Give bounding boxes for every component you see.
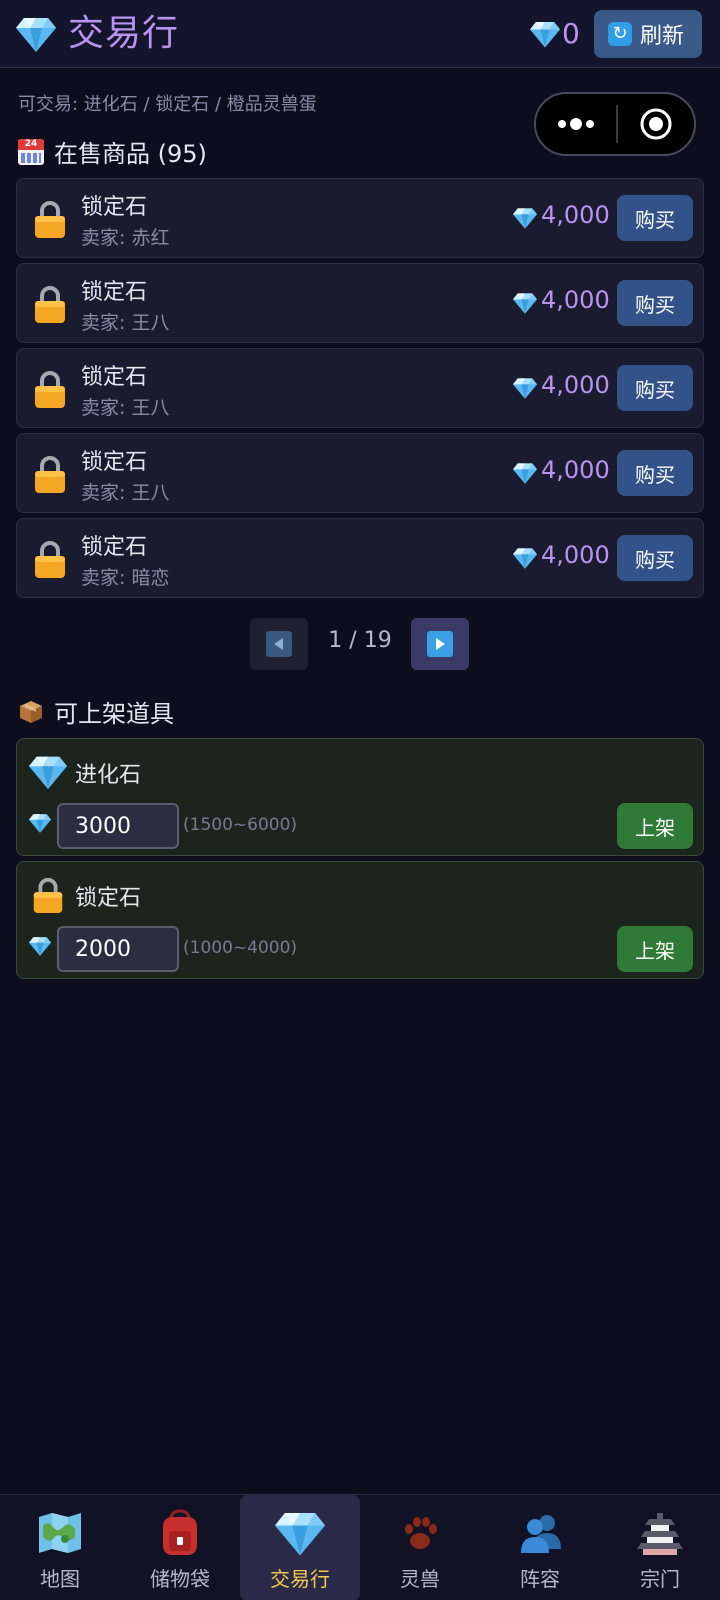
sellable-item-card: 进化石 (1500~6000) 上架: [16, 738, 704, 856]
lock-icon: [33, 369, 67, 409]
sellable-title: 可上架道具: [54, 700, 174, 728]
lock-icon: [33, 284, 67, 324]
price-range: (1000~4000): [183, 938, 298, 958]
left-arrow-icon: [266, 631, 292, 657]
listing-row: 锁定石 卖家: 暗恋 4,000 购买: [16, 518, 704, 598]
item-name: 进化石: [75, 763, 142, 788]
nav-item-lineup[interactable]: 阵容: [480, 1495, 600, 1600]
nav-label: 储物袋: [150, 1567, 210, 1591]
listings-header: 24 在售商品 (95): [18, 134, 207, 169]
diamond-icon: [513, 292, 537, 314]
lock-icon: [31, 876, 65, 914]
paw-icon: [405, 1517, 437, 1549]
buy-button[interactable]: 购买: [617, 280, 693, 326]
diamond-icon: [29, 813, 51, 833]
refresh-icon: ↻: [608, 22, 632, 46]
listing-row: 锁定石 卖家: 赤红 4,000 购买: [16, 178, 704, 258]
page-indicator: 1 / 19: [328, 628, 392, 653]
item-name: 锁定石: [81, 365, 148, 390]
nav-label: 宗门: [640, 1567, 680, 1591]
item-price: 4,000: [541, 541, 610, 569]
list-item-button[interactable]: 上架: [617, 803, 693, 849]
prev-page-button[interactable]: [250, 618, 308, 670]
refresh-label: 刷新: [640, 24, 685, 49]
target-icon: [640, 108, 672, 140]
nav-label: 地图: [40, 1567, 80, 1591]
more-menu-button[interactable]: [536, 118, 616, 130]
listings-title: 在售商品 (95): [54, 140, 207, 168]
item-name: 锁定石: [75, 886, 142, 911]
miniprogram-capsule: [534, 92, 696, 156]
lock-icon: [33, 454, 67, 494]
seller-name: 卖家: 王八: [81, 312, 170, 334]
listing-row: 锁定石 卖家: 王八 4,000 购买: [16, 263, 704, 343]
diamond-icon: [530, 20, 560, 48]
nav-item-map[interactable]: 地图: [0, 1495, 120, 1600]
buy-button[interactable]: 购买: [617, 535, 693, 581]
price-range: (1500~6000): [183, 815, 298, 835]
diamond-icon: [29, 753, 67, 791]
seller-name: 卖家: 王八: [81, 397, 170, 419]
sellable-item-card: 锁定石 (1000~4000) 上架: [16, 861, 704, 979]
map-icon: [39, 1513, 81, 1553]
price-input[interactable]: [57, 803, 179, 849]
page-title: 交易行: [68, 13, 180, 54]
price-input[interactable]: [57, 926, 179, 972]
item-price: 4,000: [541, 286, 610, 314]
diamond-balance: 0: [562, 17, 580, 50]
next-page-button[interactable]: [411, 618, 469, 670]
item-price: 4,000: [541, 456, 610, 484]
right-arrow-icon: [427, 631, 453, 657]
castle-icon: [637, 1513, 683, 1555]
buy-button[interactable]: 购买: [617, 365, 693, 411]
calendar-icon: 24: [18, 138, 44, 165]
top-bar: 交易行 0 ↻ 刷新: [0, 0, 720, 68]
close-miniprogram-button[interactable]: [618, 107, 694, 141]
diamond-icon: [513, 377, 537, 399]
item-name: 锁定石: [81, 450, 148, 475]
seller-name: 卖家: 暗恋: [81, 567, 170, 589]
nav-label: 灵兽: [400, 1567, 440, 1591]
diamond-icon: [16, 14, 56, 54]
item-price: 4,000: [541, 371, 610, 399]
backpack-icon: [163, 1509, 197, 1555]
seller-name: 卖家: 赤红: [81, 227, 170, 249]
nav-label: 阵容: [520, 1567, 560, 1591]
item-name: 锁定石: [81, 280, 148, 305]
diamond-icon: [513, 207, 537, 229]
tradeable-items-info: 可交易: 进化石 / 锁定石 / 橙品灵兽蛋: [18, 94, 317, 115]
buy-button[interactable]: 购买: [617, 195, 693, 241]
listing-row: 锁定石 卖家: 王八 4,000 购买: [16, 348, 704, 428]
list-item-button[interactable]: 上架: [617, 926, 693, 972]
nav-item-trade[interactable]: 交易行: [240, 1495, 360, 1600]
nav-label: 交易行: [270, 1567, 330, 1591]
diamond-icon: [29, 936, 51, 956]
item-price: 4,000: [541, 201, 610, 229]
package-icon: [20, 700, 42, 723]
seller-name: 卖家: 王八: [81, 482, 170, 504]
bottom-nav: 地图 储物袋 交易行 灵兽 阵容 宗门: [0, 1494, 720, 1600]
nav-item-pets[interactable]: 灵兽: [360, 1495, 480, 1600]
diamond-icon: [513, 547, 537, 569]
nav-item-backpack[interactable]: 储物袋: [120, 1495, 240, 1600]
item-name: 锁定石: [81, 195, 148, 220]
people-icon: [521, 1515, 561, 1553]
nav-item-sect[interactable]: 宗门: [600, 1495, 720, 1600]
buy-button[interactable]: 购买: [617, 450, 693, 496]
refresh-button[interactable]: ↻ 刷新: [594, 10, 702, 58]
lock-icon: [33, 199, 67, 239]
sellable-header: 可上架道具: [18, 694, 174, 729]
diamond-icon: [513, 462, 537, 484]
lock-icon: [33, 539, 67, 579]
diamond-icon: [275, 1509, 325, 1557]
listing-row: 锁定石 卖家: 王八 4,000 购买: [16, 433, 704, 513]
item-name: 锁定石: [81, 535, 148, 560]
